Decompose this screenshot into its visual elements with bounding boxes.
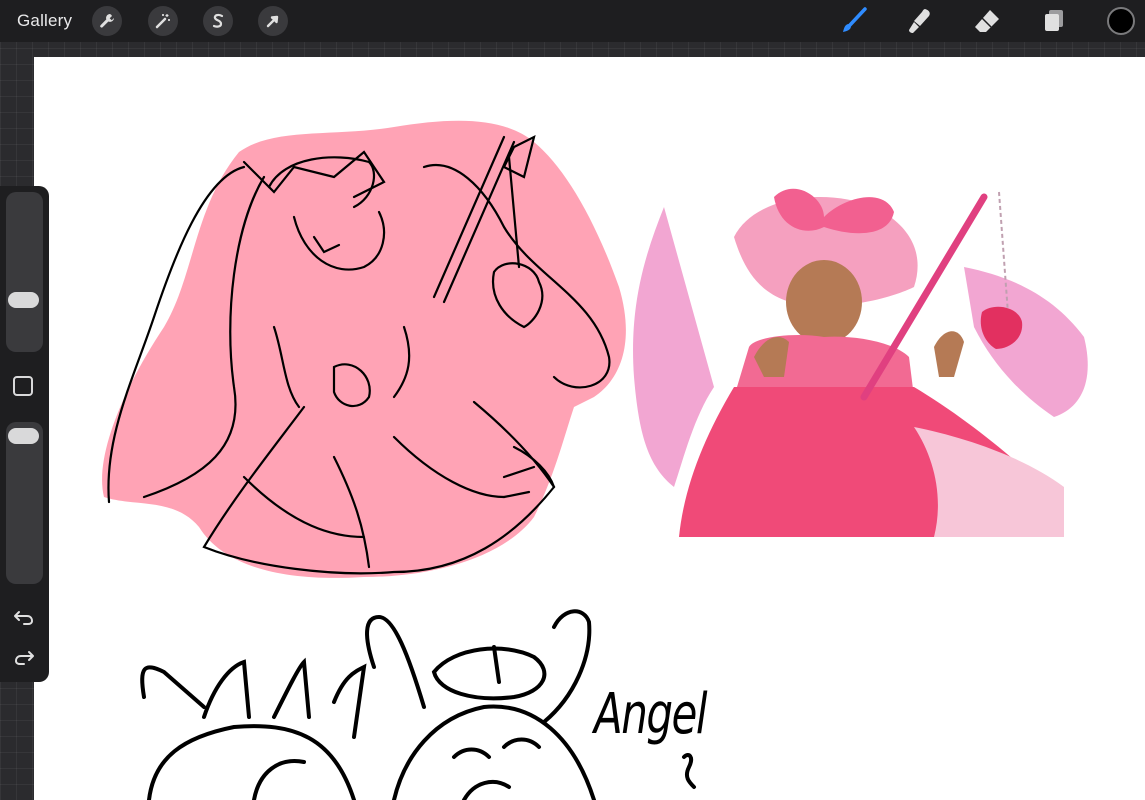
smudge-icon[interactable]	[903, 4, 937, 38]
redo-icon[interactable]	[12, 646, 36, 668]
opacity-slider-icon[interactable]	[8, 428, 39, 444]
pink-sketch-figure	[102, 120, 626, 578]
size-slider-icon[interactable]	[8, 292, 39, 308]
brush-icon[interactable]	[836, 4, 870, 38]
colored-reference-figure	[633, 188, 1088, 537]
color-picker-swatch[interactable]	[1107, 7, 1135, 35]
wrench-icon[interactable]	[92, 6, 122, 36]
drawing-canvas[interactable]: Angel	[34, 57, 1145, 800]
magic-wand-icon[interactable]	[148, 6, 178, 36]
eraser-icon[interactable]	[970, 4, 1004, 38]
left-sidebar	[0, 186, 49, 682]
layers-icon[interactable]	[1037, 4, 1071, 38]
handwritten-angel-text: Angel	[594, 682, 708, 747]
top-toolbar: Gallery	[0, 0, 1145, 42]
opacity-slider[interactable]	[6, 422, 43, 584]
artwork	[102, 120, 1088, 800]
square-modify-icon[interactable]	[13, 376, 33, 396]
undo-icon[interactable]	[12, 606, 36, 628]
arrow-cursor-icon[interactable]	[258, 6, 288, 36]
selection-s-icon[interactable]	[203, 6, 233, 36]
brush-size-slider[interactable]	[6, 192, 43, 352]
gallery-button[interactable]: Gallery	[17, 11, 72, 31]
